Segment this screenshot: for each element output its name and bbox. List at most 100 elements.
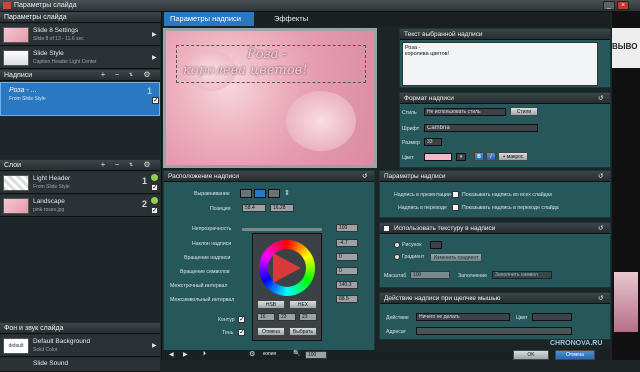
macro-button[interactable]: + макрос (498, 152, 528, 161)
move-layer-button[interactable]: ⇅ (126, 161, 136, 169)
show-all-slides-checkbox[interactable] (452, 191, 459, 198)
action-select[interactable]: Ничего не делать (416, 313, 510, 321)
green-input[interactable]: 23 (278, 313, 296, 321)
caption-item-selected[interactable]: Роза - ... From Slide Style 1 (0, 82, 160, 116)
color-picker-popup: HSB HEX 16 23 23 Отмена Выбрать (252, 233, 322, 341)
layer-visible-checkbox[interactable] (151, 183, 158, 191)
fill-select[interactable]: Заполнить символ (492, 271, 552, 279)
color-label: Цвет (402, 155, 414, 161)
address-input[interactable] (416, 327, 572, 335)
gear-icon[interactable]: ⚙ (142, 71, 152, 79)
picker-choose-button[interactable]: Выбрать (289, 327, 317, 336)
close-button[interactable]: × (617, 1, 629, 10)
align-center-button[interactable] (254, 189, 266, 198)
minimize-button[interactable]: _ (603, 1, 615, 10)
caption-visible-checkbox[interactable] (152, 96, 159, 104)
zoom-input[interactable]: 100 (305, 351, 327, 359)
rose-shape (286, 91, 356, 151)
blue-input[interactable]: 23 (299, 313, 317, 321)
texture-panel: Использовать текстуру в надписи ↺ Рисуно… (379, 222, 611, 288)
hue-wheel[interactable] (259, 240, 315, 296)
font-select[interactable]: Cambria (424, 124, 538, 132)
text-color-swatch[interactable] (424, 153, 452, 161)
gear-icon[interactable]: ⚙ (249, 350, 255, 358)
prev-icon[interactable]: ◀ (169, 351, 174, 358)
align-right-button[interactable] (268, 189, 280, 198)
rotation-input[interactable]: 0 (336, 253, 358, 261)
cancel-button[interactable]: Отмена (555, 350, 595, 360)
saturation-triangle[interactable] (273, 253, 301, 283)
reset-icon[interactable]: ↺ (362, 171, 367, 182)
line-spacing-label: Межстрочный интервал (170, 283, 228, 289)
caption-box[interactable]: Роза - королева цветов! (176, 45, 366, 83)
next-icon[interactable]: ▶ (183, 351, 188, 358)
slide-settings-row[interactable]: Slide 8 Settings Slide 8 of 13 - 11.6 se… (0, 24, 160, 46)
reset-icon[interactable]: ↺ (598, 293, 603, 304)
picture-radio[interactable] (394, 242, 400, 248)
gradient-radio[interactable] (394, 254, 400, 260)
position-y-input[interactable]: 16.28 (270, 204, 294, 212)
reset-icon[interactable]: ↺ (598, 93, 603, 104)
format-panel-header: Формат надписи ↺ (400, 93, 610, 104)
reset-icon[interactable]: ↺ (598, 171, 603, 182)
color-dropdown-icon[interactable]: ▾ (456, 153, 466, 161)
red-input[interactable]: 16 (257, 313, 275, 321)
picker-cancel-button[interactable]: Отмена (257, 327, 285, 336)
align-more-icon[interactable]: ⇕ (284, 189, 292, 198)
edit-gradient-button[interactable]: Изменить градиент (430, 253, 482, 262)
text-panel: Текст выбранной надписи Роза - королева … (399, 28, 611, 88)
italic-button[interactable]: I (486, 152, 496, 161)
layer-item[interactable]: Light Header From Slide Style 1 (0, 172, 160, 194)
char-rotation-input[interactable]: 0 (336, 267, 358, 275)
reset-icon[interactable]: ↺ (598, 223, 603, 234)
tilt-label: Наклон надписи (192, 241, 232, 247)
ok-button[interactable]: OK (513, 350, 549, 360)
remove-layer-button[interactable]: − (112, 161, 122, 169)
caption-line-1: Роза - (247, 47, 287, 62)
layer-visible-checkbox[interactable] (151, 206, 158, 214)
tab-effects[interactable]: Эффекты (268, 12, 338, 26)
position-x-input[interactable]: 58.4 (242, 204, 266, 212)
captions-header: Надписи + − ⇅ ⚙ (0, 70, 160, 81)
add-caption-button[interactable]: + (98, 71, 108, 79)
bold-button[interactable]: B (474, 152, 484, 161)
copy-button[interactable]: копия (263, 351, 276, 357)
char-spacing-input[interactable]: 88.5 (336, 295, 358, 303)
tab-caption-params[interactable]: Параметры надписи (164, 12, 254, 26)
background-app-strip: ВЫВО (612, 12, 640, 360)
slide-style-row[interactable]: Slide Style Caption Header Light Center … (0, 47, 160, 69)
slide-sound-row[interactable]: Slide Sound (0, 358, 160, 372)
add-layer-button[interactable]: + (98, 161, 108, 169)
outline-checkbox[interactable] (238, 315, 245, 323)
layer-item[interactable]: Landscape pink-roses.jpg 2 (0, 195, 160, 217)
styles-button[interactable]: Стили (510, 107, 538, 116)
play-icon[interactable]: ⏵ (203, 351, 206, 358)
outline-label: Контур (218, 317, 235, 323)
action-color-select[interactable] (532, 313, 572, 321)
caption-text-area[interactable]: Роза - королева цветов! (402, 42, 598, 86)
background-thumbnail (614, 272, 638, 332)
picture-select[interactable] (430, 241, 442, 249)
char-rotation-label: Вращение символов (180, 269, 230, 275)
bottom-bar: ◀ ▶ ⏵ ⚙ копия 🔍 100 OK Отмена (163, 350, 611, 360)
default-background-row[interactable]: default Default Background Solid Color ▶ (0, 335, 160, 357)
opacity-input[interactable]: 100 (336, 224, 358, 232)
preview-image[interactable]: Роза - королева цветов! (166, 31, 374, 165)
tilt-input[interactable]: -4.7 (336, 239, 358, 247)
size-select[interactable]: 33 (424, 138, 442, 146)
opacity-slider[interactable] (242, 228, 322, 231)
hex-button[interactable]: HEX (289, 300, 317, 309)
move-caption-button[interactable]: ⇅ (126, 71, 136, 79)
gear-icon[interactable]: ⚙ (142, 161, 152, 169)
slide-settings-title: Slide 8 Settings (33, 27, 79, 34)
shadow-checkbox[interactable] (238, 328, 245, 336)
align-left-button[interactable] (240, 189, 252, 198)
show-in-transition-checkbox[interactable] (452, 204, 459, 211)
remove-caption-button[interactable]: − (112, 71, 122, 79)
scale-input[interactable]: 100 (410, 271, 450, 279)
use-texture-checkbox[interactable] (383, 225, 390, 232)
style-select[interactable]: Не использовать стиль (424, 108, 506, 116)
line-spacing-input[interactable]: 140.3 (336, 281, 358, 289)
hsb-button[interactable]: HSB (257, 300, 285, 309)
rotation-label: Вращение надписи (184, 255, 231, 261)
